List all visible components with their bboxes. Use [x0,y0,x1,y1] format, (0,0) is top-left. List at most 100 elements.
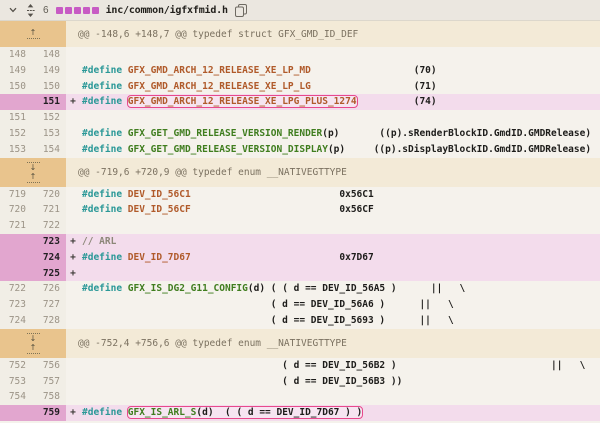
dotted-line [27,182,40,183]
diff-row: 148148 [0,47,600,63]
code-segment: DEV_ID_7D67 [128,252,191,263]
drag-handle-icon[interactable] [25,4,36,17]
new-line-number[interactable]: 721 [33,202,66,218]
expand-gutter-cell: ↑ [0,21,66,47]
code-line: #define DEV_ID_56CF 0x56CF [80,202,600,218]
diff-row: 150150#define GFX_GMD_ARCH_12_RELEASE_XE… [0,79,600,95]
old-line-number[interactable]: 151 [0,110,33,126]
line-marker: + [66,266,80,282]
old-line-number[interactable]: 753 [0,374,33,390]
old-line-number[interactable]: 148 [0,47,33,63]
code-segment: GFX_GMD_ARCH_12_RELEASE_XE_LP_MD [128,65,311,76]
new-line-number[interactable]: 726 [33,281,66,297]
old-line-number[interactable]: 724 [0,313,33,329]
code-segment: 0x56CF [191,204,374,215]
new-line-number[interactable]: 149 [33,63,66,79]
old-line-number[interactable] [0,94,33,110]
new-line-number[interactable]: 152 [33,110,66,126]
code-segment: #define [82,65,128,76]
old-line-number[interactable]: 720 [0,202,33,218]
diff-row-added: 759+#define GFX_IS_ARL_S(d) ( ( d == DEV… [0,405,600,421]
collapse-chevron-icon[interactable] [8,5,18,15]
diff-table: ↑@@ -148,6 +148,7 @@ typedef struct GFX_… [0,21,600,421]
file-header: 6 inc/common/igfxfmid.h [0,0,600,21]
expand-gutter-cell: ↓↑ [0,329,66,358]
hunk-header-text: @@ -752,4 +756,6 @@ typedef enum __NATIV… [66,329,600,358]
code-line: #define GFX_GMD_ARCH_12_RELEASE_XE_LP_MD… [80,63,600,79]
dotted-line [27,353,40,354]
code-segment: ( d == DEV_ID_56A6 ) || \ [82,299,454,310]
new-line-number[interactable]: 757 [33,374,66,390]
new-line-number[interactable]: 150 [33,79,66,95]
new-line-number[interactable]: 728 [33,313,66,329]
diffstat-count: 6 [43,5,49,16]
diff-row: 754758 [0,389,600,405]
new-line-number[interactable]: 154 [33,142,66,158]
code-line: ( d == DEV_ID_56B2 ) || \ [80,358,600,374]
old-line-number[interactable]: 722 [0,281,33,297]
diff-row-added: 724+#define DEV_ID_7D67 0x7D67 [0,250,600,266]
code-line: ( d == DEV_ID_56B3 )) [80,374,600,390]
hunk-header-row: ↓↑ @@ -719,6 +720,9 @@ typedef enum __NAT… [0,158,600,187]
code-line: #define GFX_GET_GMD_RELEASE_VERSION_DISP… [80,142,600,158]
old-line-number[interactable]: 754 [0,389,33,405]
new-line-number[interactable]: 758 [33,389,66,405]
new-line-number[interactable]: 153 [33,126,66,142]
new-line-number[interactable]: 151 [33,94,66,110]
old-line-number[interactable] [0,266,33,282]
new-line-number[interactable]: 725 [33,266,66,282]
line-marker: + [66,234,80,250]
new-line-number[interactable]: 722 [33,218,66,234]
old-line-number[interactable]: 153 [0,142,33,158]
diff-row-added: 725+ [0,266,600,282]
old-line-number[interactable]: 752 [0,358,33,374]
code-segment: #define [82,144,128,155]
diffstat-square [56,7,63,14]
expand-down-button[interactable]: ↓ [27,161,40,172]
old-line-number[interactable]: 149 [0,63,33,79]
old-line-number[interactable] [0,405,33,421]
code-line: ( d == DEV_ID_56A6 ) || \ [80,297,600,313]
old-line-number[interactable] [0,250,33,266]
code-segment: #define [82,407,128,418]
old-line-number[interactable]: 723 [0,297,33,313]
copy-path-icon[interactable] [235,4,247,17]
diff-row: 753757 ( d == DEV_ID_56B3 )) [0,374,600,390]
code-segment: #define [82,283,128,294]
diff-row: 152153#define GFX_GET_GMD_RELEASE_VERSIO… [0,126,600,142]
code-line: #define GFX_GMD_ARCH_12_RELEASE_XE_LPG_P… [80,94,600,110]
new-line-number[interactable]: 148 [33,47,66,63]
diff-row-added: 723+// ARL [0,234,600,250]
dotted-line [27,38,40,39]
old-line-number[interactable]: 719 [0,187,33,203]
code-segment: ( d == DEV_ID_56B2 ) || \ [82,360,585,371]
code-segment: GFX_IS_ARL_S [128,407,197,418]
diffstat-square [74,7,81,14]
expand-down-button[interactable]: ↓ [27,332,40,343]
code-segment: 0x56C1 [191,189,374,200]
expand-up-button[interactable]: ↑ [27,29,40,40]
new-line-number[interactable]: 727 [33,297,66,313]
new-line-number[interactable]: 756 [33,358,66,374]
expand-up-button[interactable]: ↑ [27,173,40,184]
line-marker: + [66,405,80,421]
old-line-number[interactable]: 152 [0,126,33,142]
old-line-number[interactable] [0,234,33,250]
old-line-number[interactable]: 150 [0,79,33,95]
new-line-number[interactable]: 724 [33,250,66,266]
code-segment: GFX_GMD_ARCH_12_RELEASE_XE_LP_LG [128,81,311,92]
code-segment: // ARL [82,236,116,247]
diff-row: 153154 #define GFX_GET_GMD_RELEASE_VERSIO… [0,142,600,158]
old-line-number[interactable]: 721 [0,218,33,234]
code-segment: (71) [311,81,437,92]
line-marker: + [66,94,80,110]
file-name[interactable]: inc/common/igfxfmid.h [106,5,228,16]
expand-up-button[interactable]: ↑ [27,344,40,355]
diffstat-square [92,7,99,14]
new-line-number[interactable]: 723 [33,234,66,250]
new-line-number[interactable]: 720 [33,187,66,203]
hunk-header-text: @@ -719,6 +720,9 @@ typedef enum __NATIV… [66,158,600,187]
arrow-up-icon: ↑ [30,29,37,37]
new-line-number[interactable]: 759 [33,405,66,421]
hunk-header-row: ↑@@ -148,6 +148,7 @@ typedef struct GFX_… [0,21,600,47]
